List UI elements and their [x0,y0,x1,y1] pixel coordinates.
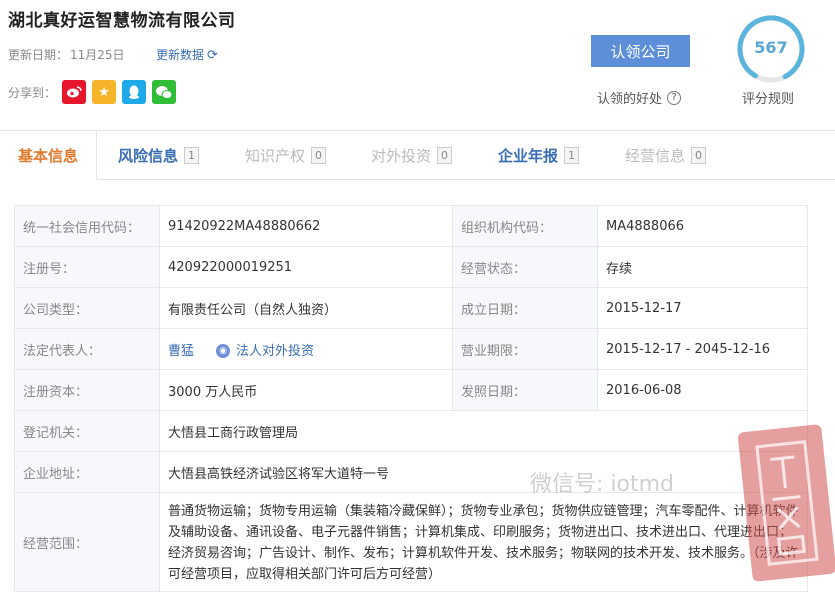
update-date: 11月25日 [70,48,125,62]
table-row: 注册号： 420922000019251 经营状态： 存续 [14,246,808,288]
tab-risk-info[interactable]: 风险信息 1 [118,131,200,179]
reg-no-value: 420922000019251 [159,246,453,288]
field-label: 经营范围： [14,492,160,592]
capital-value: 3000 万人民币 [159,369,453,411]
wechat-icon[interactable] [152,80,177,104]
help-icon: ? [667,90,682,105]
tab-count-badge: 0 [311,146,327,164]
field-label: 统一社会信用代码： [14,205,160,247]
claim-company-button[interactable]: 认领公司 [591,35,690,67]
tab-count-badge: 1 [184,146,200,164]
tab-basic-info[interactable]: 基本信息 [0,131,97,180]
rep-investment-link[interactable]: 法人对外投资 [236,344,314,359]
field-label: 成立日期： [452,287,598,329]
field-label: 登记机关： [14,410,160,452]
seal-stamp [737,424,835,582]
company-name: 湖北真好运智慧物流有限公司 [8,11,236,31]
tab-investment[interactable]: 对外投资 0 [371,131,453,179]
update-date-label: 更新日期： [8,48,69,62]
company-type-value: 有限责任公司（自然人独资） [159,287,453,329]
business-scope-value: 普通货物运输；货物专用运输（集装箱冷藏保鲜）；货物专业承包；货物供应链管理；汽车… [159,492,808,592]
refresh-icon: ⟳ [207,48,218,63]
field-label: 公司类型： [14,287,160,329]
business-term-value: 2015-12-17 - 2045-12-16 [597,328,808,370]
tab-count-badge: 1 [564,146,580,164]
claim-benefit-link[interactable]: 认领的好处? [597,88,682,107]
company-info-table: 统一社会信用代码： 91420922MA48880662 组织机构代码： MA4… [14,205,808,592]
score-value: 567 [754,38,788,57]
address-value: 大悟县高铁经济试验区将军大道特一号 [159,451,808,493]
field-label: 法定代表人： [14,328,160,370]
share-label: 分享到： [8,85,57,100]
table-row: 统一社会信用代码： 91420922MA48880662 组织机构代码： MA4… [14,205,808,247]
field-label: 营业期限： [452,328,598,370]
field-label: 注册号： [14,246,160,288]
table-row: 企业地址： 大悟县高铁经济试验区将军大道特一号 [14,451,808,493]
legal-rep-link[interactable]: 曹猛 [168,344,194,359]
field-label: 组织机构代码： [452,205,598,247]
table-row: 法定代表人： 曹猛 ◉ 法人对外投资 营业期限： 2015-12-17 - 2045… [14,328,808,370]
tab-bar: 基本信息 风险信息 1 知识产权 0 对外投资 0 企业年报 1 经营信息 0 [0,130,835,180]
table-row: 登记机关： 大悟县工商行政管理局 [14,410,808,452]
field-label: 企业地址： [14,451,160,493]
field-label: 发照日期： [452,369,598,411]
authority-value: 大悟县工商行政管理局 [159,410,808,452]
tab-count-badge: 0 [437,146,453,164]
credit-code-value: 91420922MA48880662 [159,205,453,247]
org-code-value: MA4888066 [597,205,808,247]
table-row: 经营范围： 普通货物运输；货物专用运输（集装箱冷藏保鲜）；货物专业承包；货物供应… [14,492,808,592]
tab-business-info[interactable]: 经营信息 0 [625,131,707,179]
status-value: 存续 [597,246,808,288]
legal-rep-cell: 曹猛 ◉ 法人对外投资 [159,328,453,370]
update-data-link[interactable]: 更新数据 ⟳ [156,46,218,63]
issue-date-value: 2016-06-08 [597,369,808,411]
person-icon: ◉ [216,344,231,358]
table-row: 注册资本： 3000 万人民币 发照日期： 2016-06-08 [14,369,808,411]
weibo-icon[interactable] [62,80,87,104]
table-row: 公司类型： 有限责任公司（自然人独资） 成立日期： 2015-12-17 [14,287,808,329]
tab-count-badge: 0 [691,146,707,164]
star-icon[interactable]: ★ [92,80,117,104]
score-rule-link[interactable]: 评分规则 [742,88,794,107]
tab-intellectual-property[interactable]: 知识产权 0 [245,131,327,179]
field-label: 注册资本： [14,369,160,411]
founded-date-value: 2015-12-17 [597,287,808,329]
watermark: 微信号: iotmd [530,472,674,497]
update-info: 更新日期： 11月25日 更新数据 ⟳ [8,46,218,63]
qq-icon[interactable] [122,80,147,104]
share-bar: 分享到： ★ [8,80,177,104]
tab-annual-report[interactable]: 企业年报 1 [498,131,580,179]
field-label: 经营状态： [452,246,598,288]
